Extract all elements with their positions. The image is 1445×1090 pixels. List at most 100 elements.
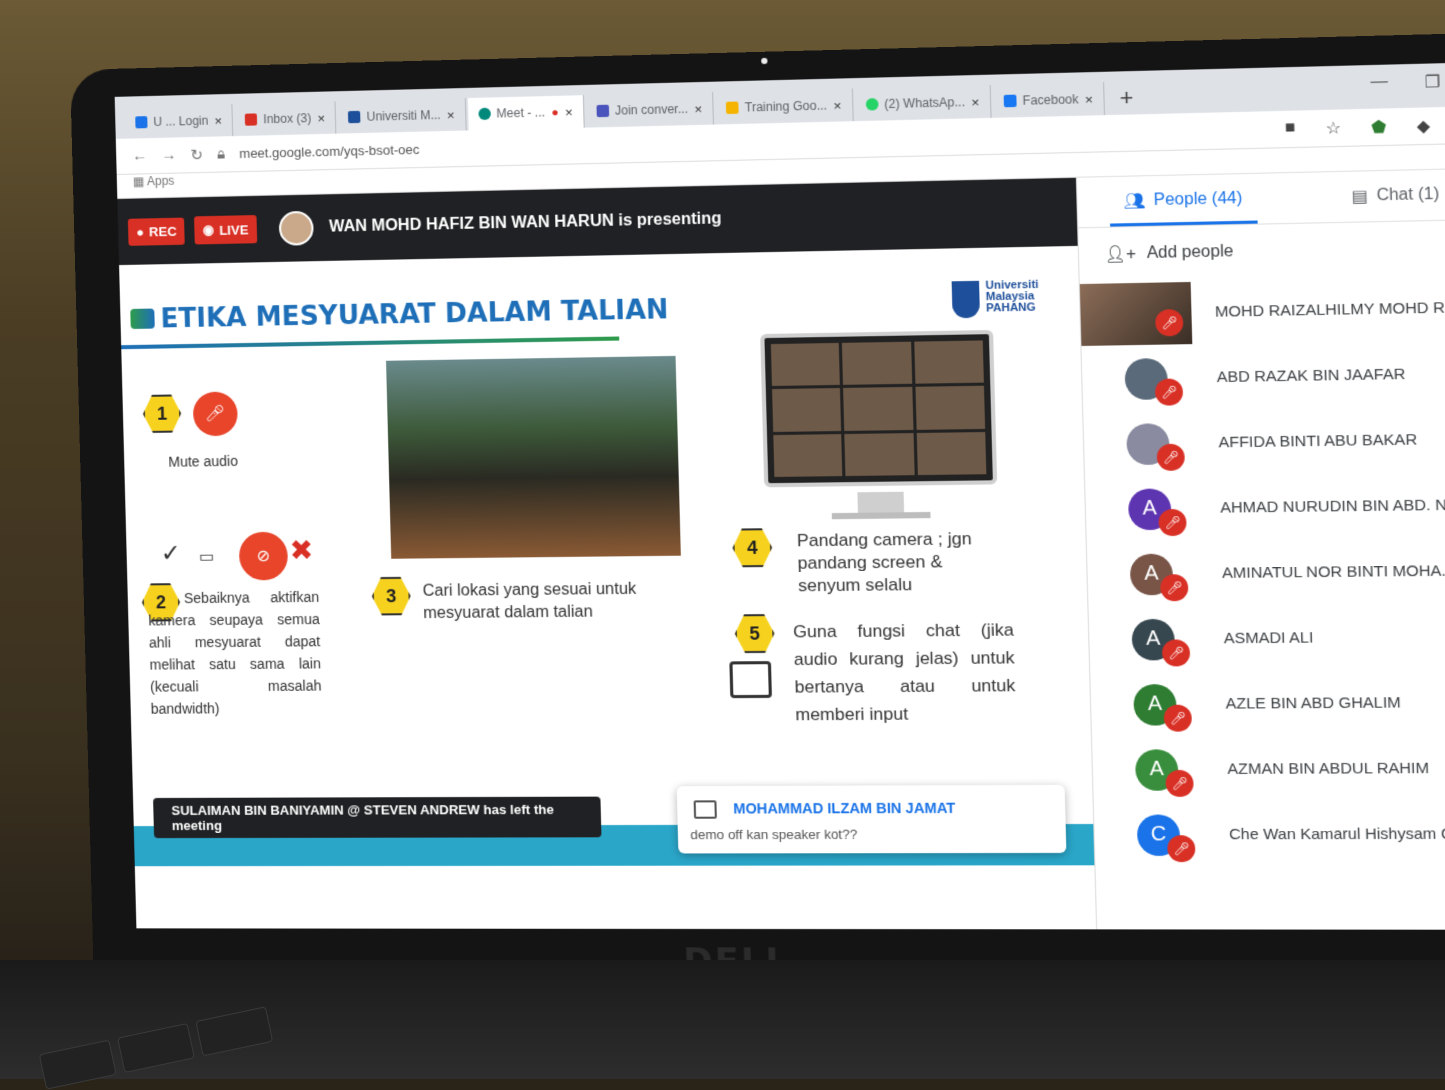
apps-label[interactable]: Apps	[147, 174, 175, 189]
chat-tab-label: Chat (1)	[1376, 185, 1440, 205]
slide-title: ETIKA MESYUARAT DALAM TALIAN	[160, 294, 669, 335]
browser-tab[interactable]: Join conver... ×	[585, 91, 715, 128]
close-icon[interactable]: ×	[317, 110, 325, 125]
check-icon: ✓	[160, 539, 182, 568]
browser-tab-active[interactable]: Meet - ... ● ×	[467, 95, 585, 131]
camera-off-icon: ⊘	[238, 531, 289, 581]
avatar: A 🎤︎	[1127, 487, 1187, 536]
avatar: A 🎤︎	[1131, 618, 1191, 666]
close-icon[interactable]: ×	[971, 94, 979, 110]
chat-message: demo off kan speaker kot??	[690, 826, 858, 843]
close-icon[interactable]: ×	[1085, 91, 1093, 107]
avatar: C 🎤︎	[1136, 813, 1196, 862]
people-panel: 👥︎ People (44) ▤ Chat (1) 👤︎+ Add people 🎤︎…	[1075, 168, 1445, 930]
forward-icon[interactable]: →	[161, 147, 176, 164]
browser-tab[interactable]: U ... Login ×	[124, 103, 234, 139]
add-person-icon: 👤︎+	[1104, 245, 1137, 264]
participant-row[interactable]: A 🎤︎ AZMAN BIN ABDUL RAHIM	[1092, 735, 1445, 802]
browser-tab[interactable]: Training Goo... ×	[715, 88, 854, 125]
participant-row[interactable]: C 🎤︎ Che Wan Kamarul Hishysam C...	[1094, 801, 1445, 867]
tab-label: Meet - ...	[496, 105, 546, 121]
extensions-icon[interactable]: ◆	[1416, 116, 1430, 137]
video-tile	[915, 386, 986, 430]
gmail-icon	[245, 113, 258, 126]
browser-tab[interactable]: Facebook ×	[992, 82, 1106, 118]
browser-tab[interactable]: Universiti M... ×	[337, 98, 467, 134]
rec-label: REC	[148, 223, 177, 239]
minimize-icon[interactable]: —	[1370, 73, 1388, 94]
rec-badge: ● REC	[127, 217, 186, 246]
tab-label: U ... Login	[153, 113, 209, 129]
participant-row[interactable]: 🎤︎ ABD RAZAK BIN JAAFAR	[1081, 340, 1445, 412]
close-icon[interactable]: ×	[694, 101, 702, 116]
tab-chat[interactable]: ▤ Chat (1)	[1288, 168, 1445, 223]
participant-row[interactable]: 🎤︎ AFFIDA BINTI ABU BAKAR	[1083, 406, 1445, 477]
step-text: Guna fungsi chat (jika audio kurang jela…	[792, 620, 1016, 725]
live-badge: ◉ LIVE	[194, 215, 257, 245]
mic-off-icon: 🎤︎	[192, 391, 239, 437]
participant-row[interactable]: A 🎤︎ ASMADI ALI	[1088, 603, 1445, 672]
laptop-screen: U ... Login × Inbox (3) × Universiti M... ×…	[114, 61, 1445, 930]
avatar-initial: A	[1145, 627, 1161, 651]
meet-icon	[477, 107, 491, 121]
bookmark-star-icon[interactable]: ☆	[1325, 118, 1341, 139]
avatar-initial: A	[1144, 562, 1159, 585]
browser-tab[interactable]: (2) WhatsAp... ×	[854, 84, 992, 122]
avatar: A 🎤︎	[1134, 748, 1194, 797]
participant-row[interactable]: A 🎤︎ AHMAD NURUDIN BIN ABD. N...	[1085, 472, 1445, 543]
tab-people[interactable]: 👥︎ People (44)	[1077, 173, 1289, 227]
participant-name: ABD RAZAK BIN JAAFAR	[1216, 365, 1406, 387]
people-tab-label: People (44)	[1153, 189, 1243, 210]
chat-icon: ▤	[1351, 188, 1369, 207]
avatar-initial: A	[1147, 692, 1163, 716]
participant-video-thumbnail: 🎤︎	[1079, 281, 1193, 346]
workspace-photo	[386, 355, 681, 559]
participant-row[interactable]: 🎤︎ MOHD RAIZALHILMY MOHD R...	[1079, 274, 1445, 347]
url-field[interactable]: meet.google.com/yqs-bsot-oec	[239, 142, 420, 161]
presenting-text: WAN MOHD HAFIZ BIN WAN HARUN is presenti…	[328, 210, 722, 236]
video-tile	[842, 341, 912, 386]
add-people-button[interactable]: 👤︎+ Add people	[1078, 220, 1445, 282]
presenter-avatar	[278, 210, 314, 246]
slide-logo-icon	[130, 308, 155, 329]
chat-notification-popup[interactable]: MOHAMMAD ILZAM BIN JAMAT demo off kan sp…	[676, 784, 1067, 854]
participant-row[interactable]: A 🎤︎ AMINATUL NOR BINTI MOHA...	[1087, 537, 1445, 607]
close-icon[interactable]: ×	[447, 107, 455, 122]
back-icon[interactable]: ←	[132, 147, 147, 164]
participant-list: 🎤︎ MOHD RAIZALHILMY MOHD R... 🎤︎ ABD RAZ…	[1079, 274, 1445, 867]
step-number-badge: 3	[371, 577, 411, 616]
step-text: Pandang camera ; jgn pandang screen & se…	[796, 528, 972, 596]
left-meeting-notification: SULAIMAN BIN BANIYAMIN @ STEVEN ANDREW h…	[153, 796, 602, 839]
close-icon[interactable]: ×	[565, 104, 573, 119]
participant-name: AMINATUL NOR BINTI MOHA...	[1221, 562, 1445, 583]
participant-name: AZLE BIN ABD GHALIM	[1225, 694, 1402, 713]
close-icon[interactable]: ×	[214, 113, 222, 128]
video-call-monitor-illustration	[760, 329, 998, 488]
mic-off-icon: 🎤︎	[1158, 508, 1187, 536]
extension-shield-icon[interactable]: ⬟	[1371, 117, 1387, 138]
camera-icon[interactable]: ■	[1285, 119, 1296, 140]
toolbar-icons: ■ ☆ ⬟ ◆ ⋮	[1285, 115, 1445, 140]
university-name: Universiti Malaysia PAHANG	[985, 279, 1039, 315]
participant-name: AHMAD NURUDIN BIN ABD. N...	[1220, 496, 1445, 517]
lock-icon: 🔒︎	[216, 145, 226, 163]
video-tile	[844, 432, 915, 477]
apps-icon[interactable]: ▦	[133, 174, 145, 188]
tab-favicon-icon	[135, 116, 148, 129]
mic-off-icon: 🎤︎	[1160, 573, 1189, 601]
restore-icon[interactable]: ❐	[1424, 72, 1441, 93]
webcam-dot	[761, 57, 768, 65]
close-icon[interactable]: ×	[833, 97, 841, 113]
tab-label: (2) WhatsAp...	[884, 94, 966, 112]
new-tab-button[interactable]: +	[1106, 81, 1146, 115]
browser-tab[interactable]: Inbox (3) ×	[234, 101, 337, 137]
reload-icon[interactable]: ↻	[190, 145, 203, 163]
step-text: Mute audio	[168, 452, 239, 470]
people-icon: 👥︎	[1123, 192, 1146, 211]
participant-row[interactable]: A 🎤︎ AZLE BIN ABD GHALIM	[1090, 669, 1445, 737]
tab-label: Universiti M...	[366, 107, 441, 124]
whatsapp-icon	[865, 98, 879, 111]
tab-label: Join conver...	[614, 101, 689, 118]
participant-name: AFFIDA BINTI ABU BAKAR	[1218, 431, 1418, 452]
slides-icon	[725, 101, 739, 115]
